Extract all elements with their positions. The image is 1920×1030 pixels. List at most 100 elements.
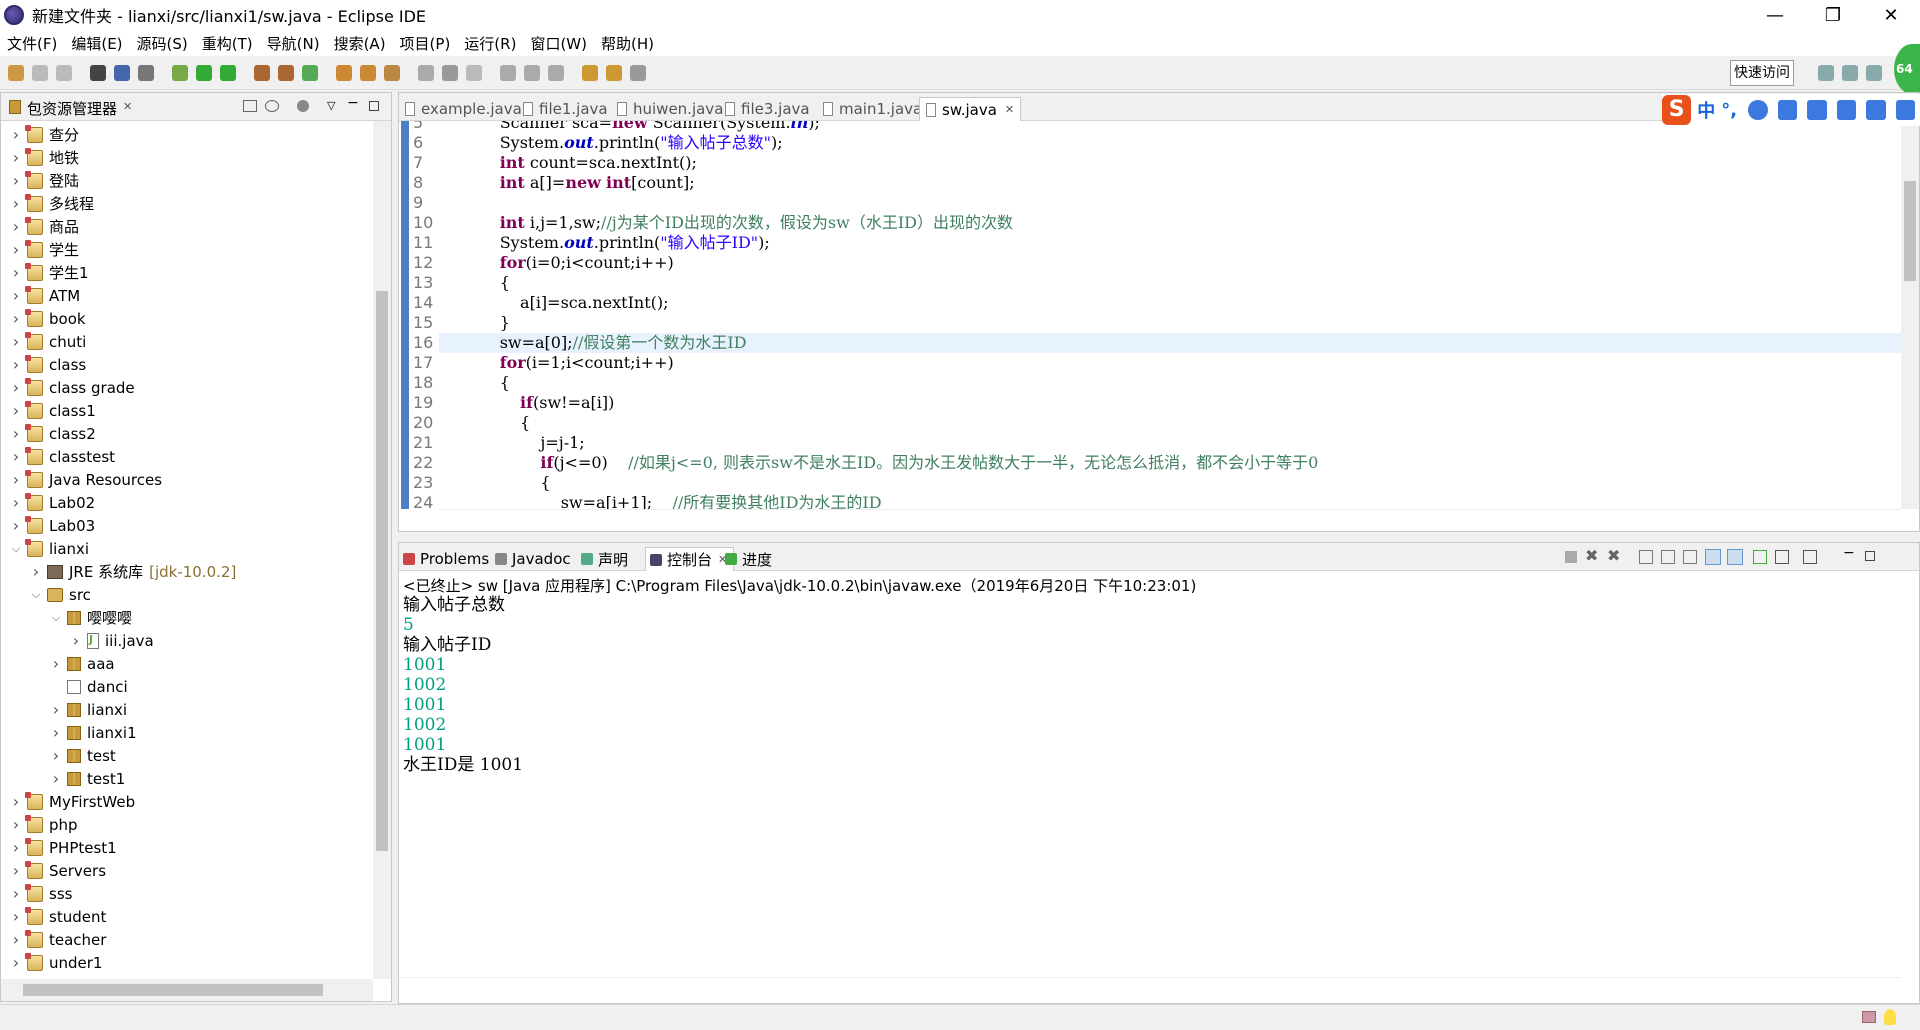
debug-perspective-icon[interactable] <box>1866 65 1882 81</box>
collapse-all-icon[interactable] <box>243 100 257 112</box>
tree-item[interactable]: › under1 <box>9 951 102 974</box>
minimize-view-icon[interactable]: − <box>347 95 359 111</box>
maximize-view-icon[interactable] <box>1865 551 1875 561</box>
tree-item[interactable]: › 查分 <box>9 123 79 146</box>
collapsed-chevron-icon[interactable]: › <box>49 723 63 742</box>
scroll-thumb[interactable] <box>376 291 388 851</box>
show-on-output-icon[interactable] <box>1705 549 1721 565</box>
collapsed-chevron-icon[interactable]: › <box>69 631 83 650</box>
menu-item[interactable]: 项目(P) <box>393 33 458 54</box>
tree-item[interactable]: › student <box>9 905 106 928</box>
editor-tab[interactable]: main1.java <box>823 97 922 121</box>
keyboard-icon[interactable] <box>1807 100 1827 120</box>
collapsed-chevron-icon[interactable]: › <box>9 125 23 144</box>
collapsed-chevron-icon[interactable]: › <box>49 769 63 788</box>
save-all-icon[interactable] <box>56 65 72 81</box>
tree-item[interactable]: › lianxi <box>49 698 127 721</box>
scroll-lock-icon[interactable] <box>1661 550 1675 564</box>
collapsed-chevron-icon[interactable]: › <box>9 493 23 512</box>
menu-item[interactable]: 导航(N) <box>260 33 327 54</box>
emoji-icon[interactable] <box>1748 100 1768 120</box>
menu-item[interactable]: 窗口(W) <box>523 33 594 54</box>
skin-icon[interactable] <box>1866 100 1886 120</box>
clear-console-icon[interactable] <box>1639 550 1653 564</box>
editor-tab[interactable]: sw.java ✕ <box>919 97 1022 121</box>
collapsed-chevron-icon[interactable]: › <box>49 746 63 765</box>
heap-icon[interactable] <box>1862 1011 1876 1023</box>
close-view-icon[interactable]: ✕ <box>123 100 132 113</box>
tree-item[interactable]: › test <box>49 744 116 767</box>
link-with-editor-icon[interactable] <box>265 100 279 112</box>
tree-item[interactable]: › Java Resources <box>9 468 162 491</box>
editor-vertical-scrollbar[interactable] <box>1901 121 1919 509</box>
tree-item[interactable]: › Lab02 <box>9 491 95 514</box>
tree-item[interactable]: › chuti <box>9 330 86 353</box>
menu-item[interactable]: 帮助(H) <box>594 33 661 54</box>
tree-item[interactable]: › 登陆 <box>9 169 79 192</box>
tree-item[interactable]: › class <box>9 353 86 376</box>
collapsed-chevron-icon[interactable]: › <box>9 148 23 167</box>
tree-item[interactable]: › 学生 <box>9 238 79 261</box>
close-tab-icon[interactable]: ✕ <box>1005 103 1014 116</box>
microphone-icon[interactable] <box>1777 100 1798 120</box>
console-tab[interactable]: 进度 <box>725 547 772 571</box>
tree-item[interactable]: › classtest <box>9 445 115 468</box>
code-area[interactable]: 5 Scanner sca=new Scanner(System.in); 6 S… <box>399 121 1901 509</box>
scroll-thumb[interactable] <box>1904 181 1916 281</box>
console-tab[interactable]: 声明 <box>581 547 628 571</box>
coverage-icon[interactable] <box>220 65 236 81</box>
menu-item[interactable]: 重构(T) <box>195 33 260 54</box>
tree-item[interactable]: › 地铁 <box>9 146 79 169</box>
collapsed-chevron-icon[interactable]: › <box>9 930 23 949</box>
tree-horizontal-scrollbar[interactable] <box>1 979 373 1001</box>
tree-item[interactable]: › php <box>9 813 78 836</box>
show-on-error-icon[interactable] <box>1727 549 1743 565</box>
tree-item[interactable]: › aaa <box>49 652 115 675</box>
tree-item[interactable]: danci <box>49 675 128 698</box>
collapsed-chevron-icon[interactable]: › <box>9 792 23 811</box>
filter-icon[interactable] <box>297 100 309 112</box>
terminate-icon[interactable] <box>1565 551 1577 563</box>
tip-bulb-icon[interactable] <box>1884 1009 1896 1025</box>
restore-button[interactable]: ❐ <box>1804 0 1862 30</box>
collapsed-chevron-icon[interactable]: › <box>9 263 23 282</box>
tree-item[interactable]: › 多线程 <box>9 192 94 215</box>
skip-breakpoints-icon[interactable] <box>138 65 154 81</box>
tree-item[interactable]: › Servers <box>9 859 106 882</box>
collapsed-chevron-icon[interactable]: › <box>9 815 23 834</box>
tree-item[interactable]: › 学生1 <box>9 261 89 284</box>
tree-item[interactable]: › class1 <box>9 399 96 422</box>
tree-item[interactable]: › ATM <box>9 284 80 307</box>
tree-item[interactable]: › JRE 系统库 [jdk-10.0.2] <box>29 560 237 583</box>
tree-vertical-scrollbar[interactable] <box>373 121 391 979</box>
tree-item[interactable]: ⌵ lianxi <box>9 537 89 560</box>
last-edit-icon[interactable] <box>548 65 564 81</box>
open-task-icon[interactable] <box>360 65 376 81</box>
collapsed-chevron-icon[interactable]: › <box>9 171 23 190</box>
collapsed-chevron-icon[interactable]: › <box>9 378 23 397</box>
quick-access-field[interactable]: 快速访问 <box>1730 60 1794 86</box>
search-icon[interactable] <box>384 65 400 81</box>
collapsed-chevron-icon[interactable]: › <box>9 355 23 374</box>
collapsed-chevron-icon[interactable]: › <box>29 562 43 581</box>
open-console-icon[interactable] <box>1803 550 1817 564</box>
tree-item[interactable]: › book <box>9 307 86 330</box>
console-tab[interactable]: Javadoc <box>495 547 571 571</box>
collapsed-chevron-icon[interactable]: › <box>9 516 23 535</box>
external-tools-icon[interactable] <box>254 65 270 81</box>
collapsed-chevron-icon[interactable]: › <box>9 838 23 857</box>
collapsed-chevron-icon[interactable]: › <box>9 953 23 972</box>
remove-launch-icon[interactable]: ✖ <box>1585 546 1598 565</box>
editor-horizontal-scrollbar[interactable] <box>439 509 1901 531</box>
collapsed-chevron-icon[interactable]: › <box>9 332 23 351</box>
open-type-icon[interactable] <box>336 65 352 81</box>
menu-item[interactable]: 文件(F) <box>0 33 64 54</box>
java-ee-perspective-icon[interactable] <box>1842 65 1858 81</box>
console-icon[interactable] <box>114 65 130 81</box>
console-output[interactable]: 输入帖子总数 5 输入帖子ID 1001 1002 1001 1002 1001 水王ID是 1… <box>403 595 523 775</box>
new-package-icon[interactable] <box>278 65 294 81</box>
expanded-chevron-icon[interactable]: ⌵ <box>29 588 43 602</box>
tree-item[interactable]: › class2 <box>9 422 96 445</box>
menu-item[interactable]: 编辑(E) <box>64 33 129 54</box>
minimize-button[interactable]: — <box>1746 0 1804 30</box>
